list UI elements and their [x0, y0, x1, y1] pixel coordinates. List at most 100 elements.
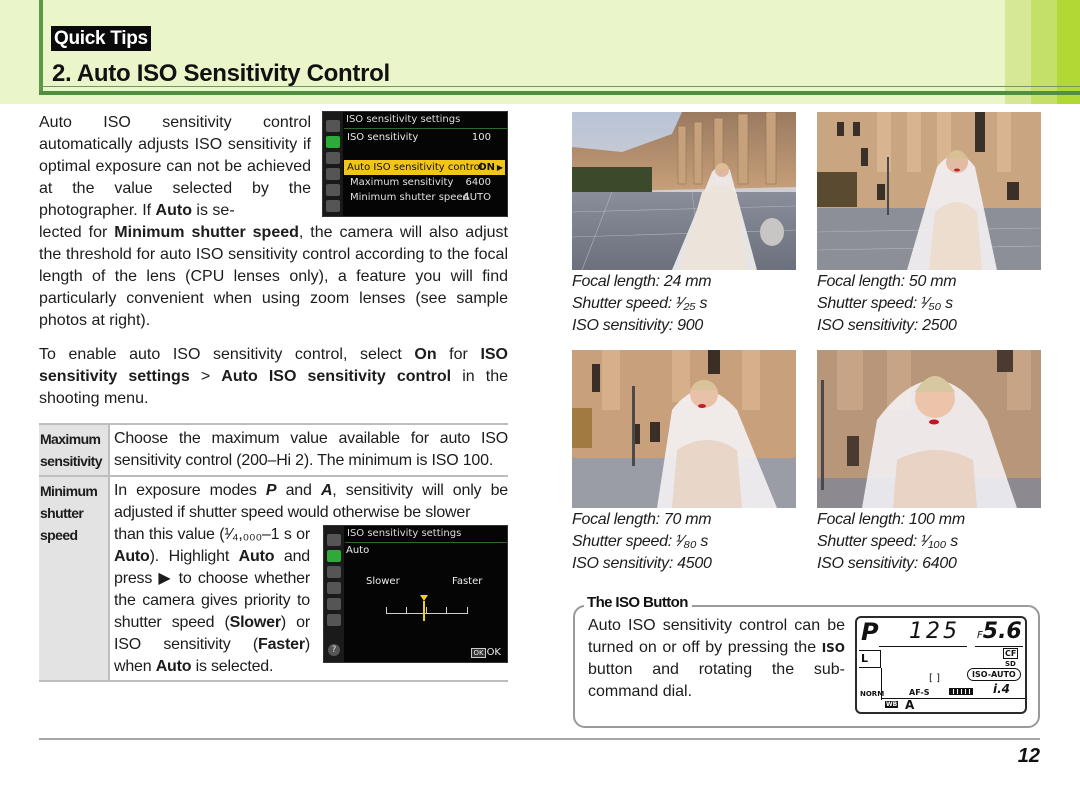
- menu-divider: [345, 542, 507, 543]
- ok-button-icon: OK: [471, 648, 486, 658]
- mode-p-glyph: P: [265, 482, 277, 499]
- caption-focal-length: Focal length: 24 mm: [572, 273, 712, 290]
- header-rule-vertical: [39, 0, 43, 94]
- header-rule-thick: [39, 91, 1080, 95]
- enable-text: To enable auto ISO sensitivity control, …: [39, 346, 415, 363]
- sample-photo-24mm: [572, 112, 796, 270]
- lcd-aperture-value: 5.6: [982, 619, 1022, 644]
- lcd-iso-auto-indicator: ISO-AUTO: [967, 668, 1021, 681]
- table-row-description: Choose the maximum value available for a…: [114, 430, 508, 469]
- shooting-tab-icon: [326, 136, 340, 148]
- caption-iso: ISO sensitivity: 4500: [572, 555, 712, 572]
- header-stripe: [1031, 0, 1057, 104]
- intro-paragraph-continued: lected for Minimum shutter speed, the ca…: [39, 222, 508, 332]
- sample-photo-50mm: [817, 112, 1041, 270]
- footer-rule: [39, 738, 1040, 740]
- menu-tab-bar: [324, 526, 344, 662]
- desc-text: is selected.: [191, 658, 274, 675]
- menu-tab-bar: [323, 112, 343, 216]
- sample-photo-100mm: [817, 350, 1041, 508]
- intro-text: lected for: [39, 224, 115, 241]
- desc-text: and: [276, 482, 321, 499]
- menu-row-label: Minimum shutter speed: [350, 192, 469, 203]
- header-stripe: [1057, 0, 1080, 104]
- desc-bold: Faster: [258, 636, 305, 653]
- menu-row-value: ON: [478, 162, 495, 173]
- lcd-shutter-speed: 125: [909, 619, 960, 644]
- menu-row: ISO sensitivity 100: [344, 130, 505, 145]
- desc-bold: Auto: [155, 658, 192, 675]
- desc-bold: Auto: [114, 548, 150, 565]
- shooting-tab-icon: [327, 550, 341, 562]
- desc-text: ). Highlight: [149, 548, 239, 565]
- enable-text: >: [189, 368, 222, 385]
- right-arrow-icon: ▶: [496, 163, 503, 172]
- enable-bold: On: [414, 346, 437, 363]
- lcd-exposures-remaining: i.4: [993, 682, 1011, 696]
- tip-box-title: The ISO Button: [584, 594, 692, 611]
- header-stripe: [1005, 0, 1031, 104]
- retouch-tab-icon: [326, 184, 340, 196]
- menu-row-value: 100: [471, 132, 491, 143]
- sample-photo-70mm: [572, 350, 796, 508]
- intro-bold: Auto: [155, 202, 192, 219]
- table-row-header: Minimum shutter speed: [39, 477, 110, 680]
- desc-text: In exposure modes: [114, 482, 266, 499]
- table-row-header: Maximum sensitivity: [39, 425, 110, 475]
- lcd-exposure-mode: P: [861, 618, 879, 646]
- lcd-image-size: L: [859, 650, 881, 668]
- lcd-aperture: F5.6: [977, 620, 1022, 648]
- slider-label-faster: Faster: [452, 576, 483, 587]
- caption-shutter-speed: Shutter speed: ¹⁄₁₀₀ s: [817, 533, 958, 550]
- sample-caption: Focal length: 70 mm Shutter speed: ¹⁄₈₀ …: [572, 509, 712, 575]
- caption-iso: ISO sensitivity: 2500: [817, 317, 957, 334]
- slider-tick: [446, 607, 447, 613]
- menu-row-label: ISO sensitivity: [347, 132, 419, 143]
- control-panel-lcd: P 125 F5.6 L NORM CF SD [ ] ISO-AUTO AF-…: [855, 616, 1027, 714]
- ok-indicator: OK OK: [471, 647, 501, 658]
- slider-tick: [467, 607, 468, 613]
- menu-title: ISO sensitivity settings: [346, 114, 461, 125]
- setup-tab-icon: [326, 168, 340, 180]
- desc-text: than this value (¹⁄₄,₀₀₀–1 s or: [114, 526, 310, 543]
- slider-tick: [386, 607, 387, 613]
- lcd-divider: [881, 698, 1025, 699]
- lcd-focus-mode: AF-S: [909, 688, 930, 697]
- priority-slider-scale: [386, 606, 468, 614]
- tip-text: Auto ISO sensitivity control can be turn…: [588, 617, 845, 656]
- my-menu-tab-icon: [326, 200, 340, 212]
- lcd-cf-card-icon: CF: [1003, 648, 1019, 659]
- custom-settings-tab-icon: [327, 566, 341, 578]
- desc-bold: Slower: [229, 614, 281, 631]
- caption-iso: ISO sensitivity: 6400: [817, 555, 957, 572]
- playback-tab-icon: [327, 534, 341, 546]
- slider-pointer-line: [423, 601, 425, 621]
- enable-paragraph: To enable auto ISO sensitivity control, …: [39, 344, 508, 410]
- enable-text: for: [436, 346, 481, 363]
- caption-shutter-speed: Shutter speed: ¹⁄₅₀ s: [817, 295, 953, 312]
- menu-row: Maximum sensitivity 6400: [347, 175, 505, 190]
- slider-label-slower: Slower: [366, 576, 400, 587]
- menu-row-label: Auto ISO sensitivity control: [347, 162, 483, 173]
- custom-settings-tab-icon: [326, 152, 340, 164]
- setup-tab-icon: [327, 582, 341, 594]
- intro-bold: Minimum shutter speed: [114, 224, 299, 241]
- slider-tick: [406, 607, 407, 613]
- lcd-underline: [975, 646, 1023, 647]
- lcd-image-quality: NORM: [860, 690, 885, 698]
- menu-title: ISO sensitivity settings: [347, 528, 462, 539]
- menu-row-value: AUTO: [462, 192, 491, 203]
- intro-text: is se-: [191, 202, 235, 219]
- table-row: Maximum sensitivity Choose the maximum v…: [39, 425, 508, 475]
- sample-caption: Focal length: 100 mm Shutter speed: ¹⁄₁₀…: [817, 509, 965, 575]
- menu-row-label: Maximum sensitivity: [350, 177, 454, 188]
- caption-iso: ISO sensitivity: 900: [572, 317, 703, 334]
- tip-box-text: Auto ISO sensitivity control can be turn…: [588, 615, 845, 703]
- desc-bold: Auto: [238, 548, 275, 565]
- menu-row-value: 6400: [465, 177, 491, 188]
- sample-caption: Focal length: 50 mm Shutter speed: ¹⁄₅₀ …: [817, 271, 957, 337]
- mode-a-glyph: A: [320, 482, 333, 499]
- page-title: 2. Auto ISO Sensitivity Control: [52, 60, 390, 87]
- lcd-wb-label: WB: [885, 701, 899, 708]
- iso-button-label: ISO: [821, 641, 845, 655]
